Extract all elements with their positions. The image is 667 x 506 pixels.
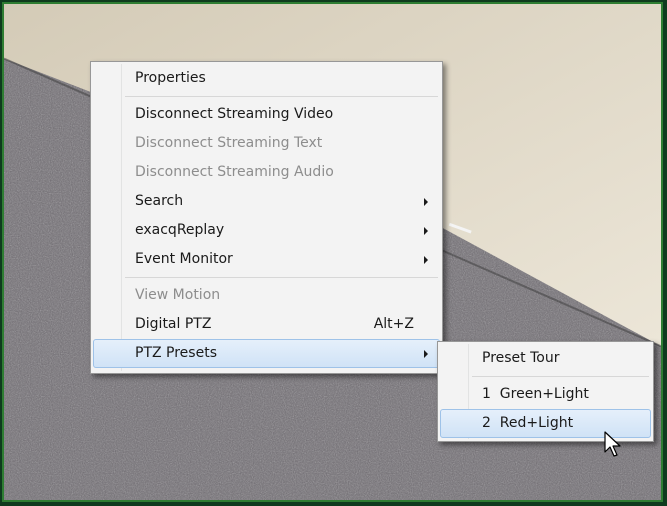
menu-item-ptz-presets[interactable]: PTZ Presets — [93, 339, 440, 368]
menu-item-label: 1 Green+Light — [482, 386, 589, 402]
shortcut-label: Alt+Z — [373, 316, 414, 332]
mouse-pointer-icon — [604, 431, 621, 457]
submenu-arrow-icon — [424, 227, 428, 235]
menu-separator — [472, 376, 649, 377]
submenu-arrow-icon — [424, 350, 428, 358]
menu-item-disconnect-streaming-video[interactable]: Disconnect Streaming Video — [93, 100, 440, 129]
menu-item-exacqreplay[interactable]: exacqReplay — [93, 216, 440, 245]
menu-item-label: Disconnect Streaming Audio — [135, 164, 334, 180]
menu-item-view-motion: View Motion — [93, 281, 440, 310]
submenu-arrow-icon — [424, 256, 428, 264]
menu-item-label: 2 Red+Light — [482, 415, 574, 431]
menu-item-disconnect-streaming-audio: Disconnect Streaming Audio — [93, 158, 440, 187]
menu-item-label: Digital PTZ — [135, 316, 212, 332]
menu-item-label: exacqReplay — [135, 222, 225, 238]
menu-item-label: PTZ Presets — [135, 345, 217, 361]
menu-item-label: Search — [135, 193, 184, 209]
menu-item-label: Disconnect Streaming Text — [135, 135, 323, 151]
menu-separator — [125, 277, 438, 278]
context-menu: Properties Disconnect Streaming Video Di… — [90, 61, 443, 374]
menu-item-search[interactable]: Search — [93, 187, 440, 216]
menu-item-preset-green-light[interactable]: 1 Green+Light — [440, 380, 651, 409]
menu-item-label: Event Monitor — [135, 251, 233, 267]
menu-item-digital-ptz[interactable]: Digital PTZ Alt+Z — [93, 310, 440, 339]
menu-item-label: View Motion — [135, 287, 221, 303]
menu-item-properties[interactable]: Properties — [93, 64, 440, 93]
ptz-presets-submenu: Preset Tour 1 Green+Light 2 Red+Light — [437, 341, 654, 442]
menu-item-disconnect-streaming-text: Disconnect Streaming Text — [93, 129, 440, 158]
menu-item-label: Preset Tour — [482, 350, 560, 366]
menu-separator — [125, 96, 438, 97]
menu-item-preset-tour[interactable]: Preset Tour — [440, 344, 651, 373]
menu-item-label: Properties — [135, 70, 206, 86]
menu-item-event-monitor[interactable]: Event Monitor — [93, 245, 440, 274]
menu-item-label: Disconnect Streaming Video — [135, 106, 334, 122]
submenu-arrow-icon — [424, 198, 428, 206]
